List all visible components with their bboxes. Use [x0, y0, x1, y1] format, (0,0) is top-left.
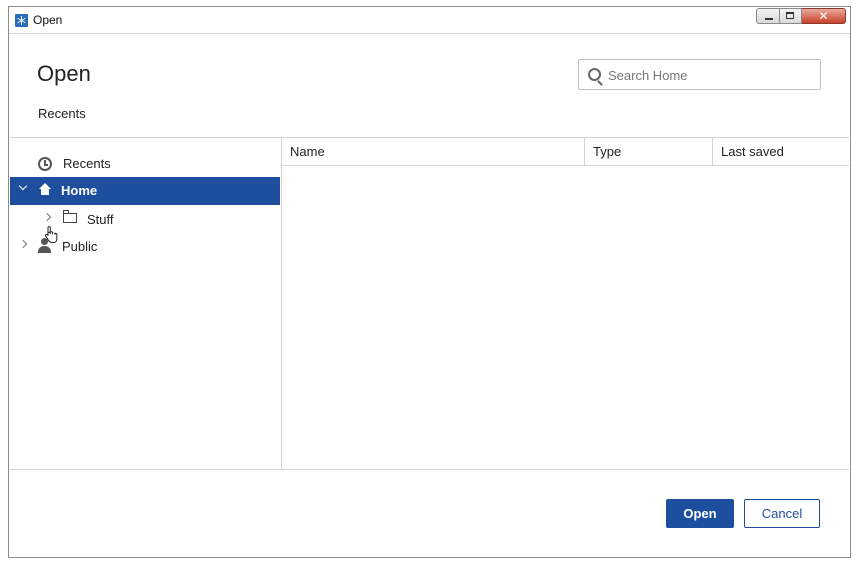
tree-item-label: Home: [61, 183, 98, 198]
file-list: Name Type Last saved: [282, 138, 849, 469]
search-box[interactable]: [578, 59, 821, 90]
close-icon: ✕: [818, 9, 829, 23]
clock-icon: [38, 157, 52, 171]
footer-divider: [10, 469, 849, 470]
search-icon: [588, 68, 601, 81]
chevron-down-icon[interactable]: [18, 181, 28, 191]
column-header-name[interactable]: Name: [282, 138, 584, 165]
tree-item-label: Recents: [63, 156, 111, 171]
open-dialog-window: Open ✕ Open Recents Recents Home Stuff: [8, 6, 851, 558]
app-icon: [15, 14, 28, 27]
column-header-last-saved[interactable]: Last saved: [712, 138, 849, 165]
window-controls: ✕: [756, 8, 846, 25]
chevron-right-icon[interactable]: [42, 212, 52, 222]
chevron-right-icon[interactable]: [18, 239, 28, 249]
window-title: Open: [33, 13, 63, 27]
folder-icon: [62, 210, 77, 223]
maximize-button[interactable]: [780, 8, 802, 24]
home-icon: [38, 183, 52, 196]
tree-item-label: Stuff: [87, 212, 114, 227]
tree-item-recents[interactable]: Recents: [10, 150, 280, 178]
cancel-button[interactable]: Cancel: [744, 499, 820, 528]
minimize-button[interactable]: [756, 8, 780, 24]
title-bar[interactable]: Open ✕: [9, 7, 850, 34]
close-button[interactable]: ✕: [802, 8, 846, 24]
file-list-header: Name Type Last saved: [282, 138, 849, 166]
hand-cursor-icon: [45, 226, 58, 243]
open-button[interactable]: Open: [666, 499, 734, 528]
dialog-title: Open: [37, 61, 91, 86]
current-location-label: Recents: [38, 106, 86, 121]
column-header-type[interactable]: Type: [584, 138, 712, 165]
file-list-body[interactable]: [282, 166, 849, 469]
tree-item-label: Public: [62, 239, 98, 254]
tree-item-home[interactable]: Home: [10, 177, 280, 205]
location-tree: Recents Home Stuff Public: [10, 138, 282, 469]
search-input[interactable]: [608, 65, 808, 85]
